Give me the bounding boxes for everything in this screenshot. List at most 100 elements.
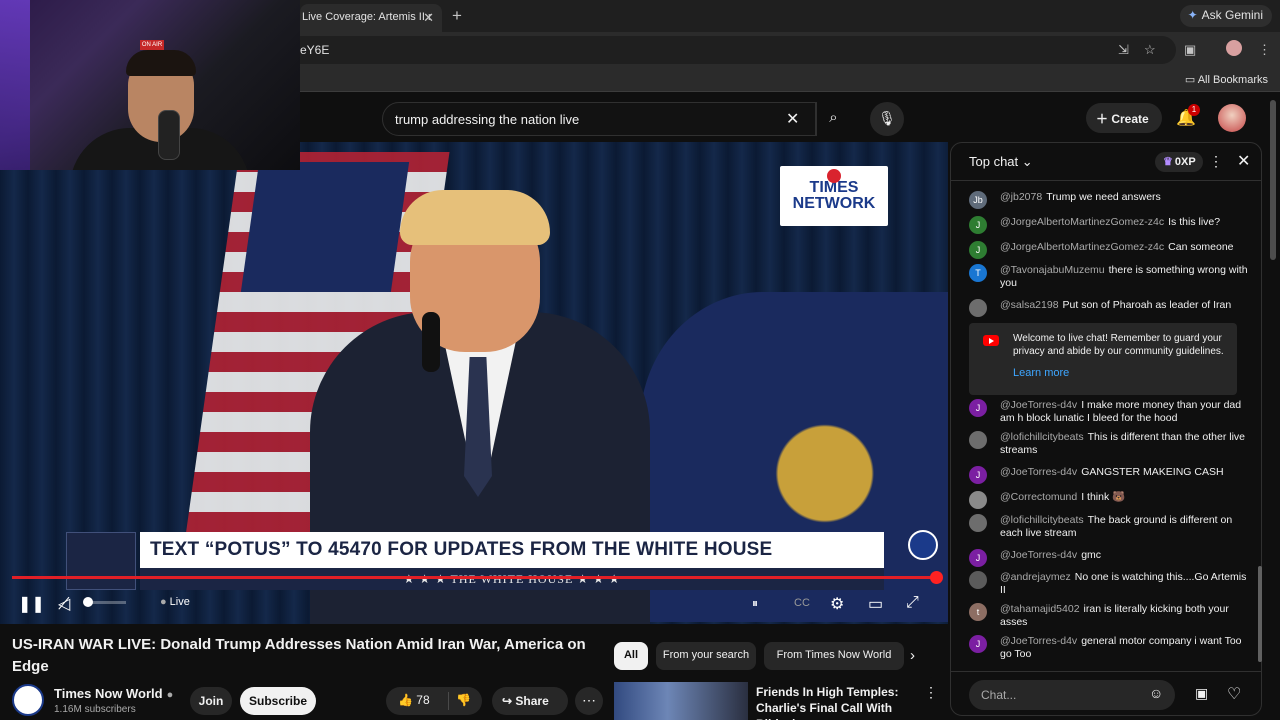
search-button[interactable]: ⌕: [816, 102, 850, 136]
chip-from-your-search[interactable]: From your search: [656, 642, 756, 670]
chat-author-name[interactable]: @salsa2198: [1000, 299, 1059, 311]
create-button[interactable]: ＋ Create: [1086, 103, 1162, 133]
chat-message-body: @TavonajabuMuzemu there is something wron…: [1000, 264, 1250, 290]
chat-author-name[interactable]: @JoeTorres-d4v: [1000, 399, 1077, 411]
chat-author-avatar[interactable]: J: [969, 399, 987, 417]
clear-search-icon[interactable]: ✕: [786, 109, 799, 129]
chat-author-avatar[interactable]: J: [969, 549, 987, 567]
super-chat-icon[interactable]: ▣: [1195, 685, 1208, 702]
fullscreen-icon[interactable]: ⤢: [906, 594, 919, 612]
xp-badge[interactable]: ♛ 0XP: [1155, 152, 1203, 172]
channel-avatar[interactable]: [12, 684, 44, 716]
bookmark-star-icon[interactable]: ☆: [1144, 42, 1156, 58]
chat-author-avatar[interactable]: Jb: [969, 191, 987, 209]
volume-knob[interactable]: [83, 597, 93, 607]
close-chat-icon[interactable]: ✕: [1237, 151, 1250, 171]
tab-close-icon[interactable]: ✕: [423, 10, 434, 26]
browser-menu-icon[interactable]: ⋮: [1258, 42, 1271, 58]
new-tab-button[interactable]: +: [452, 6, 462, 26]
pause-button[interactable]: ❚❚: [18, 594, 45, 614]
address-bar[interactable]: eY6E: [280, 36, 1176, 64]
chat-footer: Chat... ☺ ▣ ♡: [951, 671, 1261, 715]
chat-author-avatar[interactable]: J: [969, 216, 987, 234]
like-dislike-group: 👍 78 👎: [386, 687, 482, 715]
chip-all[interactable]: All: [614, 642, 648, 670]
video-player[interactable]: TIMES NETWORK TEXT “POTUS” TO 45470 FOR …: [0, 142, 948, 624]
tab-title: Live Coverage: Artemis II r: [302, 11, 432, 23]
autoplay-toggle-icon[interactable]: ⏸: [752, 596, 758, 611]
join-button[interactable]: Join: [190, 687, 232, 715]
chat-author-avatar[interactable]: [969, 514, 987, 532]
logo-text-bottom: NETWORK: [792, 195, 876, 212]
chat-scrollbar[interactable]: [1258, 566, 1262, 662]
account-avatar[interactable]: [1218, 104, 1246, 132]
thumbs-up-icon: 👍: [398, 693, 417, 707]
settings-gear-icon[interactable]: ⚙: [830, 594, 844, 614]
captions-icon[interactable]: CC: [794, 597, 810, 609]
chip-from-channel[interactable]: From Times Now World: [764, 642, 904, 670]
voice-search-button[interactable]: 🎙: [870, 102, 904, 136]
live-indicator[interactable]: ● Live: [160, 596, 190, 608]
chat-input[interactable]: Chat...: [969, 680, 1175, 710]
search-input[interactable]: trump addressing the nation live: [382, 102, 816, 136]
page-scrollbar[interactable]: [1270, 100, 1276, 260]
chat-author-name[interactable]: @tahamajid5402: [1000, 603, 1080, 615]
chat-message-body: @JorgeAlbertoMartinezGomez-z4c Is this li…: [1000, 216, 1250, 229]
share-button[interactable]: ↪ Share: [492, 687, 568, 715]
dislike-button[interactable]: 👎: [456, 693, 471, 707]
browser-tab[interactable]: Live Coverage: Artemis II r ✕: [300, 4, 442, 32]
chat-message-body: @JorgeAlbertoMartinezGomez-z4c Can someon…: [1000, 241, 1250, 254]
chat-author-name[interactable]: @JoeTorres-d4v: [1000, 466, 1077, 478]
chat-author-avatar[interactable]: J: [969, 635, 987, 653]
progress-bar[interactable]: [12, 576, 938, 579]
like-button[interactable]: 👍 78: [398, 693, 430, 707]
chat-author-name[interactable]: @jb2078: [1000, 191, 1042, 203]
subscribe-button[interactable]: Subscribe: [240, 687, 316, 715]
chat-author-name[interactable]: @JorgeAlbertoMartinezGomez-z4c: [1000, 241, 1164, 253]
learn-more-link[interactable]: Learn more: [1013, 367, 1069, 379]
thumbs-down-icon: 👎: [456, 693, 471, 707]
tab-search-icon[interactable]: ▣: [1184, 42, 1196, 58]
crown-icon: ♛: [1163, 156, 1173, 168]
ask-gemini-button[interactable]: ✦ Ask Gemini: [1179, 5, 1272, 27]
chevron-right-icon[interactable]: ›: [910, 647, 915, 664]
heart-icon[interactable]: ♡: [1227, 684, 1241, 704]
speaker-hair: [400, 190, 550, 245]
chat-author-avatar[interactable]: [969, 431, 987, 449]
chat-author-avatar[interactable]: [969, 571, 987, 589]
chat-author-avatar[interactable]: [969, 299, 987, 317]
ask-gemini-label: Ask Gemini: [1201, 8, 1263, 22]
chat-author-name[interactable]: @TavonajabuMuzemu: [1000, 264, 1105, 276]
mute-button[interactable]: ◁̸: [58, 594, 70, 614]
emoji-icon[interactable]: ☺: [1149, 685, 1163, 701]
chat-author-avatar[interactable]: T: [969, 264, 987, 282]
install-app-icon[interactable]: ⇲: [1118, 42, 1129, 58]
chat-mode-dropdown[interactable]: Top chat ⌄: [969, 154, 1033, 170]
chat-author-avatar[interactable]: t: [969, 603, 987, 621]
more-actions-button[interactable]: ⋯: [575, 687, 603, 715]
all-bookmarks-button[interactable]: ▭ All Bookmarks: [1185, 73, 1268, 86]
chat-author-name[interactable]: @lofichillcitybeats: [1000, 431, 1084, 443]
chat-message-body: @Correctomund I think 🐻: [1000, 491, 1250, 504]
chat-author-name[interactable]: @lofichillcitybeats: [1000, 514, 1084, 526]
recommended-video-title[interactable]: Friends In High Temples: Charlie's Final…: [756, 684, 918, 720]
chat-author-avatar[interactable]: [969, 491, 987, 509]
chat-welcome-notice: Welcome to live chat! Remember to guard …: [969, 323, 1237, 395]
chat-menu-icon[interactable]: ⋮: [1209, 153, 1223, 170]
chat-author-avatar[interactable]: J: [969, 466, 987, 484]
chat-author-name[interactable]: @andrejaymez: [1000, 571, 1071, 583]
chat-message-body: @lofichillcitybeats This is different tha…: [1000, 431, 1250, 457]
pause-icon: ❚❚: [18, 596, 45, 613]
chat-author-name[interactable]: @JorgeAlbertoMartinezGomez-z4c: [1000, 216, 1164, 228]
profile-avatar-icon[interactable]: [1226, 40, 1242, 56]
chat-author-avatar[interactable]: J: [969, 241, 987, 259]
chat-author-name[interactable]: @JoeTorres-d4v: [1000, 549, 1077, 561]
chat-messages[interactable]: Jb @jb2078 Trump we need answers J @JorgeAlb…: [951, 183, 1257, 667]
chat-author-name[interactable]: @Correctomund: [1000, 491, 1077, 503]
theater-mode-icon[interactable]: ▭: [868, 594, 883, 614]
recommended-menu-icon[interactable]: ⋮: [924, 684, 938, 701]
progress-scrubber[interactable]: [930, 571, 943, 584]
chat-author-name[interactable]: @JoeTorres-d4v: [1000, 635, 1077, 647]
channel-name[interactable]: Times Now World ●: [54, 686, 173, 701]
recommended-video-thumbnail[interactable]: [614, 682, 748, 720]
